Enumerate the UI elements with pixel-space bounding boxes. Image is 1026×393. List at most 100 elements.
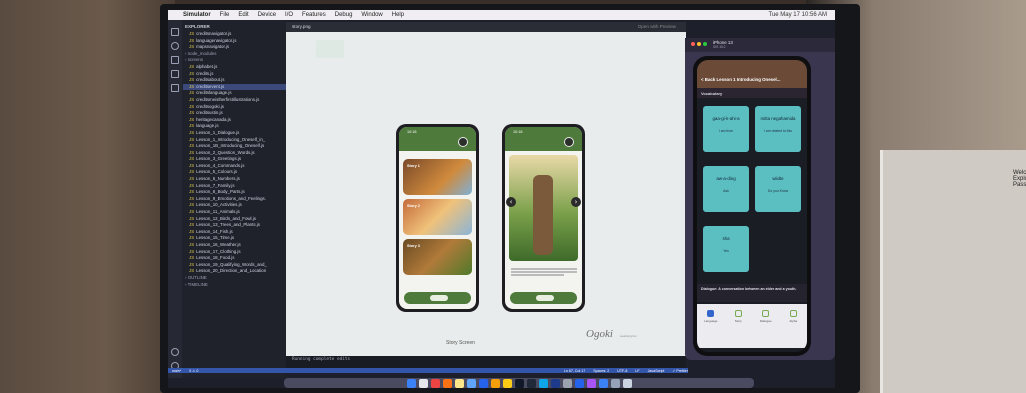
terminal-panel[interactable]: Running complete edits bbox=[286, 356, 686, 368]
vocab-card[interactable]: sha Yes bbox=[703, 226, 749, 272]
close-icon[interactable] bbox=[691, 42, 695, 46]
app-store-icon[interactable] bbox=[598, 378, 608, 388]
zoom-icon[interactable] bbox=[703, 42, 707, 46]
tree-folder[interactable]: › node_modules bbox=[183, 51, 286, 58]
tree-file[interactable]: JS Lesson_6_Numbers.js bbox=[183, 176, 286, 183]
chrome-icon[interactable] bbox=[442, 378, 452, 388]
source-control-icon[interactable] bbox=[171, 56, 179, 64]
language-mode[interactable]: JavaScript bbox=[648, 369, 665, 373]
branch-indicator[interactable]: main* bbox=[172, 369, 181, 373]
terminal-icon[interactable] bbox=[514, 378, 524, 388]
tree-file[interactable]: JS creditsogoki.js bbox=[183, 104, 286, 111]
tree-file[interactable]: JS Lesson_4_Commands.js bbox=[183, 163, 286, 170]
search-icon[interactable] bbox=[171, 42, 179, 50]
calendar-icon[interactable] bbox=[454, 378, 464, 388]
tree-file[interactable]: JS Lesson_1_Dialogue.js bbox=[183, 130, 286, 137]
launchpad-icon[interactable] bbox=[418, 378, 428, 388]
menu-app-name[interactable]: Simulator bbox=[183, 12, 211, 18]
menu-device[interactable]: Device bbox=[258, 12, 276, 18]
menu-help[interactable]: Help bbox=[392, 12, 404, 18]
vocab-card[interactable]: mitta negahamida I am related to this bbox=[755, 106, 801, 152]
tree-folder[interactable]: › OUTLINE bbox=[183, 275, 286, 282]
vocab-card[interactable]: gaa-gi-k-ahi-a I am from bbox=[703, 106, 749, 152]
menu-file[interactable]: File bbox=[220, 12, 230, 18]
tree-file[interactable]: JS Lesson_13_Trees_and_Plants.js bbox=[183, 222, 286, 229]
tree-file[interactable]: JS creditsnavigator.js bbox=[183, 31, 286, 38]
sketch-icon[interactable] bbox=[502, 378, 512, 388]
files-icon[interactable] bbox=[171, 28, 179, 36]
lightroom-icon[interactable] bbox=[550, 378, 560, 388]
github-icon[interactable] bbox=[526, 378, 536, 388]
minimize-icon[interactable] bbox=[697, 42, 701, 46]
tree-file[interactable]: JS Lesson_1_Introducing_Oneself_in_ bbox=[183, 137, 286, 144]
tree-file[interactable]: JS creditsmeistherfirstillustrations.js bbox=[183, 97, 286, 104]
word-icon[interactable] bbox=[478, 378, 488, 388]
tree-file[interactable]: JS Lesson_2_Question_Words.js bbox=[183, 150, 286, 157]
prettier-status[interactable]: ✓ Prettier bbox=[672, 369, 688, 373]
tree-file[interactable]: JS Lesson_12_Birds_and_Fowl.js bbox=[183, 216, 286, 223]
eol[interactable]: LF bbox=[635, 369, 639, 373]
settings-icon[interactable] bbox=[562, 378, 572, 388]
tree-file[interactable]: JS Lesson_16_Weather.js bbox=[183, 242, 286, 249]
tree-file[interactable]: JS Lesson_9_Emotions_and_Feelings. bbox=[183, 196, 286, 203]
tree-folder[interactable]: › screens bbox=[183, 57, 286, 64]
tree-file[interactable]: JS Lesson_15_Time.js bbox=[183, 235, 286, 242]
cursor-position[interactable]: Ln 67, Col 17 bbox=[564, 369, 585, 373]
vocab-card[interactable]: aw-a-ding Ask bbox=[703, 166, 749, 212]
menu-features[interactable]: Features bbox=[302, 12, 326, 18]
tree-file[interactable]: JS creditsevent.js bbox=[183, 83, 286, 91]
vocab-card[interactable]: wiidte Do you Know bbox=[755, 166, 801, 212]
menu-io[interactable]: I/O bbox=[285, 12, 293, 18]
menu-window[interactable]: Window bbox=[361, 12, 382, 18]
tree-file[interactable]: JS heritagecanada.js bbox=[183, 117, 286, 124]
arc-icon[interactable] bbox=[586, 378, 596, 388]
navigation-bar[interactable]: < Back Lesson 1 Introducing Onesel... bbox=[697, 74, 807, 88]
viewer-tab-label[interactable]: story.png bbox=[292, 24, 311, 29]
extensions-icon[interactable] bbox=[171, 84, 179, 92]
tree-file[interactable]: JS creditsustin.js bbox=[183, 110, 286, 117]
tree-file[interactable]: JS Lesson_20_Direction_and_Location bbox=[183, 268, 286, 275]
account-icon[interactable] bbox=[171, 348, 179, 356]
tree-file[interactable]: JS Lesson_19_Qualifying_Words_and_ bbox=[183, 262, 286, 269]
simulator-icon[interactable] bbox=[574, 378, 584, 388]
tree-file[interactable]: JS Lesson_14_Fish.js bbox=[183, 229, 286, 236]
downloads-icon[interactable] bbox=[610, 378, 620, 388]
menubar-clock[interactable]: Tue May 17 10:56 AM bbox=[769, 12, 827, 18]
tree-folder[interactable]: › TIMELINE bbox=[183, 282, 286, 289]
tree-file[interactable]: JS Lesson_8_Body_Parts.js bbox=[183, 189, 286, 196]
dialogue-link[interactable]: Dialogue: A conversation between an elde… bbox=[697, 284, 807, 302]
music-icon[interactable] bbox=[430, 378, 440, 388]
indent-setting[interactable]: Spaces: 2 bbox=[593, 369, 609, 373]
tree-file[interactable]: JS languagenavigator.js bbox=[183, 38, 286, 45]
nav-title[interactable]: < Back Lesson 1 Introducing Onesel... bbox=[701, 77, 780, 82]
next-page-icon[interactable]: › bbox=[571, 197, 581, 207]
tree-file[interactable]: JS Lesson_11_Animals.js bbox=[183, 209, 286, 216]
viewer-tab[interactable]: story.png Open with Preview bbox=[286, 22, 686, 32]
tree-file[interactable]: JS alphabet.js bbox=[183, 64, 286, 71]
tree-file[interactable]: JS Lesson_10_Activities.js bbox=[183, 202, 286, 209]
menu-debug[interactable]: Debug bbox=[335, 12, 353, 18]
tab-dialogue[interactable]: Dialogue bbox=[754, 310, 778, 348]
prev-page-icon[interactable]: ‹ bbox=[506, 197, 516, 207]
tab-alpha[interactable]: Alpha bbox=[781, 310, 805, 348]
run-debug-icon[interactable] bbox=[171, 70, 179, 78]
xcode-icon[interactable] bbox=[466, 378, 476, 388]
tree-file[interactable]: JS Lesson_7_Family.js bbox=[183, 183, 286, 190]
trash-icon[interactable] bbox=[622, 378, 632, 388]
tree-file[interactable]: JS Lesson_18_Food.js bbox=[183, 255, 286, 262]
tree-file[interactable]: JS Lesson_5_Colours.js bbox=[183, 169, 286, 176]
tree-file[interactable]: JS creditsabout.js bbox=[183, 77, 286, 84]
tab-story[interactable]: Story bbox=[726, 310, 750, 348]
encoding[interactable]: UTF-8 bbox=[617, 369, 627, 373]
tree-file[interactable]: JS Lesson_17_Clothing.js bbox=[183, 249, 286, 256]
tree-file[interactable]: JS Lesson_1B_Introducing_Oneself.js bbox=[183, 143, 286, 150]
vscode-icon[interactable] bbox=[538, 378, 548, 388]
photos-icon[interactable] bbox=[490, 378, 500, 388]
tree-file[interactable]: JS creditslanguage.js bbox=[183, 90, 286, 97]
tree-file[interactable]: JS Lesson_3_Greetings.js bbox=[183, 156, 286, 163]
tree-file[interactable]: JS credits.js bbox=[183, 71, 286, 78]
open-with-preview-button[interactable]: Open with Preview bbox=[638, 24, 676, 29]
menu-edit[interactable]: Edit bbox=[238, 12, 248, 18]
tab-language[interactable]: Language bbox=[699, 310, 723, 348]
tree-file[interactable]: JS language.js bbox=[183, 123, 286, 130]
